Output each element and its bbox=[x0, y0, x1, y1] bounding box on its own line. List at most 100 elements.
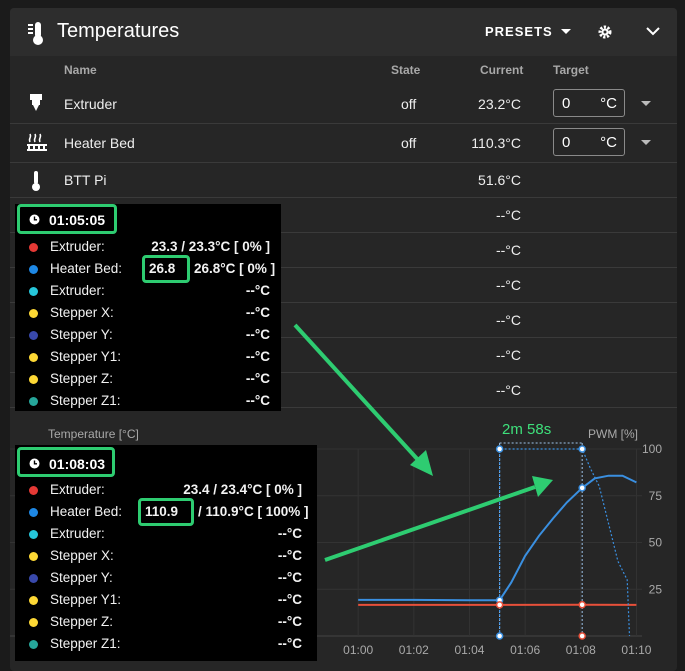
target-value: 0 bbox=[562, 134, 571, 151]
tooltip-label: Stepper Y: bbox=[50, 327, 113, 342]
value-highlight bbox=[138, 498, 194, 526]
x-tick-label: 01:08 bbox=[566, 643, 596, 657]
data-point bbox=[495, 632, 504, 640]
data-point bbox=[578, 600, 586, 609]
col-state[interactable]: State bbox=[391, 63, 420, 77]
x-tick-label: 01:02 bbox=[399, 643, 429, 657]
panel-title: Temperatures bbox=[57, 20, 180, 42]
time-highlight bbox=[17, 447, 115, 477]
extruder-icon bbox=[30, 94, 42, 111]
tooltip-value: --°C bbox=[245, 327, 270, 342]
tooltip-value: --°C bbox=[245, 371, 270, 386]
col-name[interactable]: Name bbox=[64, 63, 97, 77]
col-current[interactable]: Current bbox=[480, 63, 523, 77]
sensor-current: --°C bbox=[495, 382, 521, 398]
series-color-dot bbox=[29, 486, 38, 495]
radiator-icon bbox=[27, 133, 47, 151]
series-color-dot bbox=[29, 618, 38, 627]
value-highlight bbox=[142, 255, 190, 283]
tooltip-value: 23.3 / 23.3°C [ 0% ] bbox=[151, 239, 270, 254]
series-color-dot bbox=[29, 596, 38, 605]
tooltip-label: Extruder: bbox=[50, 482, 105, 497]
chart-tooltip: 01:08:03 Extruder: 23.4 / 23.4°C [ 0% ] He… bbox=[15, 445, 317, 661]
tooltip-label: Heater Bed: bbox=[50, 504, 123, 519]
target-value: 0 bbox=[562, 95, 571, 112]
tooltip-label: Extruder: bbox=[50, 239, 105, 254]
thermometer-icon bbox=[32, 171, 40, 191]
data-point bbox=[578, 484, 586, 492]
table-row: BTT Pi 51.6°C bbox=[10, 163, 677, 198]
tooltip-label: Stepper Z1: bbox=[50, 636, 121, 651]
sensor-name: Heater Bed bbox=[64, 135, 135, 151]
tooltip-value: --°C bbox=[277, 592, 302, 607]
tooltip-value: 26.8°C [ 0% ] bbox=[194, 261, 276, 276]
tooltip-label: Stepper X: bbox=[50, 305, 114, 320]
series-color-dot bbox=[29, 640, 38, 649]
target-unit: °C bbox=[600, 95, 617, 112]
x-tick-label: 01:00 bbox=[343, 643, 373, 657]
series-color-dot bbox=[29, 552, 38, 561]
x-tick-label: 01:10 bbox=[621, 643, 651, 657]
data-point bbox=[495, 601, 504, 609]
series-color-dot bbox=[29, 508, 38, 517]
series-color-dot bbox=[29, 287, 38, 296]
sensor-current: --°C bbox=[495, 242, 521, 258]
tooltip-value: --°C bbox=[277, 548, 302, 563]
series-color-dot bbox=[29, 265, 38, 274]
y2-tick-label: 100 bbox=[642, 442, 662, 456]
tooltip-value: --°C bbox=[245, 283, 270, 298]
tooltip-label: Stepper Y: bbox=[50, 570, 113, 585]
tooltip-label: Stepper X: bbox=[50, 548, 114, 563]
sensor-name: Extruder bbox=[64, 96, 117, 112]
data-point bbox=[578, 632, 586, 640]
series-color-dot bbox=[29, 397, 38, 406]
sensor-current: --°C bbox=[495, 347, 521, 363]
series-line bbox=[358, 474, 637, 602]
tooltip-value: / 110.9°C [ 100% ] bbox=[198, 504, 309, 519]
series-color-dot bbox=[29, 243, 38, 252]
target-input[interactable]: 0 °C bbox=[553, 89, 625, 117]
sensor-name: BTT Pi bbox=[64, 172, 107, 188]
tooltip-value: --°C bbox=[245, 305, 270, 320]
y2-tick-label: 75 bbox=[649, 489, 663, 503]
tooltip-label: Stepper Y1: bbox=[50, 592, 122, 607]
tooltip-label: Heater Bed: bbox=[50, 261, 123, 276]
chart-tooltip: 01:05:05 Extruder: 23.3 / 23.3°C [ 0% ] He… bbox=[15, 204, 281, 411]
series-color-dot bbox=[29, 309, 38, 318]
table-row: Heater Bed off 110.3°C 0 °C bbox=[10, 124, 677, 163]
series-color-dot bbox=[29, 530, 38, 539]
x-tick-label: 01:06 bbox=[510, 643, 540, 657]
series-color-dot bbox=[29, 353, 38, 362]
tooltip-value: --°C bbox=[277, 526, 302, 541]
sensor-state: off bbox=[401, 96, 417, 112]
tooltip-value: 23.4 / 23.4°C [ 0% ] bbox=[183, 482, 302, 497]
tooltip-value: --°C bbox=[277, 636, 302, 651]
gear-icon[interactable] bbox=[598, 25, 612, 39]
sensor-current: --°C bbox=[495, 207, 521, 223]
tooltip-label: Extruder: bbox=[50, 526, 105, 541]
tooltip-label: Stepper Y1: bbox=[50, 349, 122, 364]
tooltip-label: Stepper Z1: bbox=[50, 393, 121, 408]
data-point bbox=[495, 445, 504, 453]
table-row: Extruder off 23.2°C 0 °C bbox=[10, 84, 677, 124]
thermometer-lines-icon bbox=[28, 22, 43, 45]
panel-header: Temperatures PRESETS bbox=[10, 8, 677, 56]
data-point bbox=[578, 445, 586, 453]
col-target[interactable]: Target bbox=[553, 63, 589, 77]
presets-button[interactable]: PRESETS bbox=[485, 24, 553, 39]
y2-tick-label: 50 bbox=[649, 536, 663, 550]
target-input[interactable]: 0 °C bbox=[553, 128, 625, 156]
tooltip-value: --°C bbox=[245, 393, 270, 408]
tooltip-value: --°C bbox=[277, 570, 302, 585]
preset-dropdown-icon[interactable] bbox=[640, 100, 652, 107]
tooltip-label: Stepper Z: bbox=[50, 371, 114, 386]
tooltip-value: --°C bbox=[277, 614, 302, 629]
sensor-current: --°C bbox=[495, 312, 521, 328]
sensor-state: off bbox=[401, 135, 417, 151]
preset-dropdown-icon[interactable] bbox=[640, 139, 652, 146]
caret-down-icon[interactable] bbox=[560, 28, 572, 36]
sensor-current: 110.3°C bbox=[471, 135, 521, 151]
target-unit: °C bbox=[600, 134, 617, 151]
y2-tick-label: 25 bbox=[649, 582, 663, 596]
chevron-down-icon[interactable] bbox=[646, 26, 660, 36]
